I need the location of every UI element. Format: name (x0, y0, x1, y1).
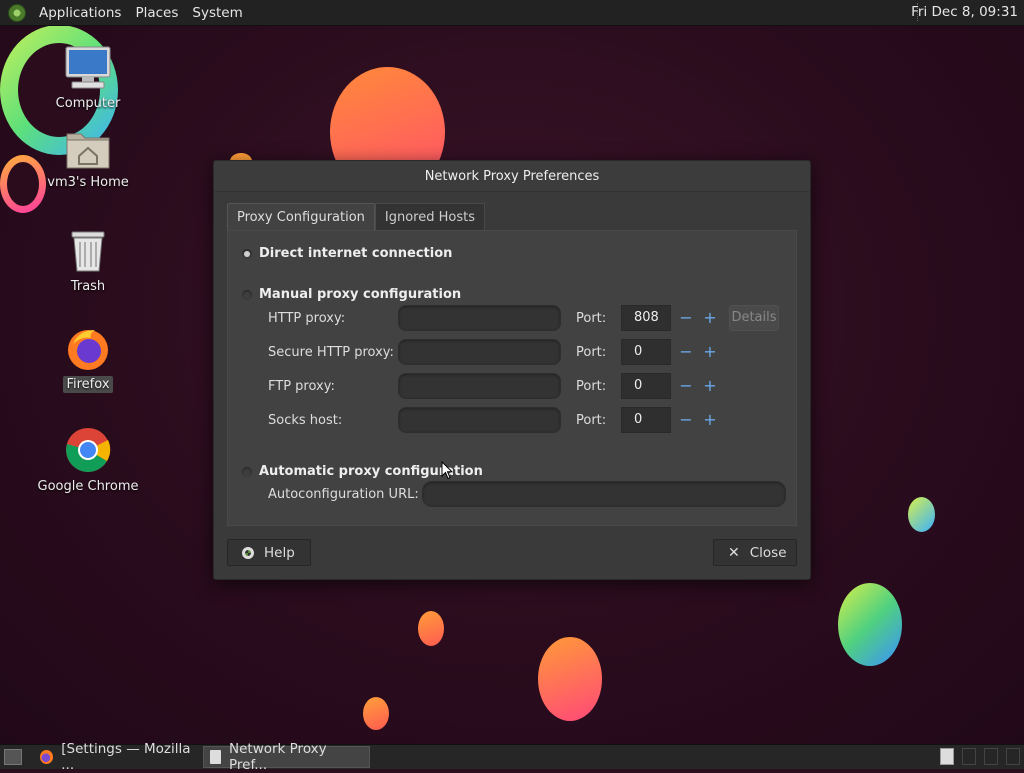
increment-button[interactable]: + (701, 339, 719, 365)
dialog-titlebar[interactable]: Network Proxy Preferences (214, 161, 810, 192)
port-label: Port: (576, 344, 607, 360)
secure-http-proxy-row: Secure HTTP proxy: Port: 0 − + (268, 338, 719, 366)
show-desktop-icon[interactable] (4, 749, 22, 765)
secure-http-port-spinbox[interactable]: 0 (621, 339, 671, 365)
menu-places[interactable]: Places (128, 5, 185, 21)
decorative-orb (908, 497, 935, 532)
workspace-4[interactable] (1006, 748, 1020, 765)
radio-button[interactable] (242, 248, 252, 259)
port-label: Port: (576, 412, 607, 428)
taskbar-item-label: Network Proxy Pref... (229, 741, 327, 773)
desktop-icon-home[interactable]: vm3's Home (23, 128, 153, 191)
firefox-icon (65, 326, 111, 372)
workspace-1[interactable] (940, 748, 954, 765)
clock[interactable]: Fri Dec 8, 09:31 (911, 4, 1018, 20)
taskbar-item-firefox-settings[interactable]: [Settings — Mozilla ... (34, 741, 200, 773)
trash-icon (68, 228, 108, 274)
decrement-button[interactable]: − (677, 373, 695, 399)
bottom-panel: [Settings — Mozilla ... Network Proxy Pr… (0, 741, 1024, 773)
ftp-proxy-label: FTP proxy: (268, 378, 335, 394)
http-proxy-input[interactable] (398, 305, 561, 331)
ftp-port-spinbox[interactable]: 0 (621, 373, 671, 399)
increment-button[interactable]: + (701, 407, 719, 433)
increment-button[interactable]: + (701, 373, 719, 399)
secure-http-proxy-label: Secure HTTP proxy: (268, 344, 394, 360)
http-port-spinbox[interactable]: 808 (621, 305, 671, 331)
decorative-orb (363, 697, 389, 730)
proxy-configuration-panel: Direct internet connection Manual proxy … (227, 230, 797, 526)
firefox-icon (40, 750, 54, 764)
decorative-orb (838, 583, 902, 666)
taskbar-item-label: [Settings — Mozilla ... (61, 741, 191, 773)
top-panel: Applications Places System Fri Dec 8, 09… (0, 0, 1024, 26)
close-icon: ✕ (728, 544, 740, 561)
decrement-button[interactable]: − (677, 407, 695, 433)
decorative-orb (418, 611, 444, 646)
help-button[interactable]: Help (227, 539, 311, 566)
ftp-proxy-row: FTP proxy: Port: 0 − + (268, 372, 719, 400)
radio-button[interactable] (242, 289, 252, 300)
document-icon (210, 750, 221, 764)
tab-ignored-hosts[interactable]: Ignored Hosts (374, 203, 485, 231)
chrome-icon (64, 426, 112, 474)
computer-icon (64, 45, 112, 91)
desktop-icon-label: Computer (55, 96, 121, 111)
autoconfig-row: Autoconfiguration URL: (268, 480, 786, 508)
increment-button[interactable]: + (701, 305, 719, 331)
network-proxy-dialog: Network Proxy Preferences Proxy Configur… (213, 160, 811, 580)
direct-connection-option[interactable]: Direct internet connection (242, 246, 452, 261)
tab-proxy-configuration[interactable]: Proxy Configuration (227, 203, 375, 231)
radio-button[interactable] (242, 466, 252, 477)
socks-host-input[interactable] (398, 407, 561, 433)
decrement-button[interactable]: − (677, 339, 695, 365)
desktop-icon-firefox[interactable]: Firefox (23, 326, 153, 393)
desktop-icon-computer[interactable]: Computer (23, 45, 153, 112)
port-label: Port: (576, 378, 607, 394)
close-button[interactable]: ✕ Close (713, 539, 797, 566)
secure-http-proxy-input[interactable] (398, 339, 561, 365)
decorative-orb (538, 637, 602, 721)
socks-host-label: Socks host: (268, 412, 343, 428)
autoconfig-url-input[interactable] (422, 481, 786, 507)
details-button[interactable]: Details (729, 305, 779, 331)
autoconfig-url-label: Autoconfiguration URL: (268, 486, 419, 502)
close-button-label: Close (749, 544, 787, 561)
http-proxy-label: HTTP proxy: (268, 310, 346, 326)
home-folder-icon (65, 128, 111, 170)
help-button-label: Help (264, 544, 295, 561)
desktop-icon-label: Google Chrome (37, 479, 139, 494)
tab-bar: Proxy Configuration Ignored Hosts (227, 203, 485, 231)
socks-host-row: Socks host: Port: 0 − + (268, 406, 719, 434)
http-proxy-row: HTTP proxy: Port: 808 − + Details (268, 304, 779, 332)
mate-logo-icon[interactable] (8, 3, 26, 22)
desktop-icon-label: Firefox (63, 376, 113, 393)
dialog-title: Network Proxy Preferences (424, 168, 600, 184)
desktop-icon-trash[interactable]: Trash (23, 228, 153, 295)
socks-port-spinbox[interactable]: 0 (621, 407, 671, 433)
workspace-3[interactable] (984, 748, 998, 765)
taskbar-item-network-proxy[interactable]: Network Proxy Pref... (203, 741, 370, 773)
decrement-button[interactable]: − (677, 305, 695, 331)
menu-applications[interactable]: Applications (32, 5, 128, 21)
mouse-pointer-icon (441, 461, 453, 480)
desktop-icon-chrome[interactable]: Google Chrome (23, 426, 153, 495)
desktop-icon-label: Trash (70, 279, 106, 294)
port-label: Port: (576, 310, 607, 326)
radio-label: Manual proxy configuration (259, 287, 462, 302)
manual-proxy-option[interactable]: Manual proxy configuration (242, 287, 461, 302)
desktop-icon-label: vm3's Home (47, 175, 129, 190)
menu-system[interactable]: System (185, 5, 249, 21)
help-icon (242, 546, 254, 559)
radio-label: Direct internet connection (259, 246, 453, 261)
ftp-proxy-input[interactable] (398, 373, 561, 399)
workspace-2[interactable] (962, 748, 976, 765)
